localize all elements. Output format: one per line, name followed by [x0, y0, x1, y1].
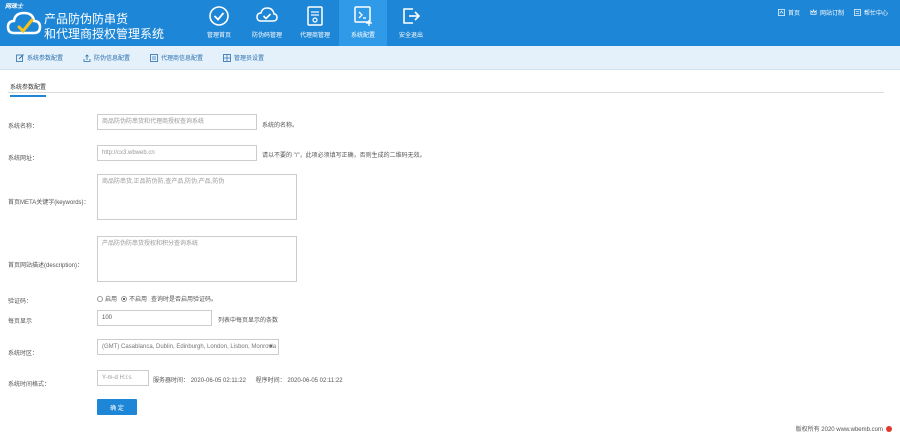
nav-label: 系统配置 [350, 33, 375, 39]
sync-time-value: 2020-06-05 02:11:22 [287, 378, 343, 384]
cloud-check-icon [256, 7, 278, 22]
timezone-value: (GMT) Casablanca, Dublin, Edinburgh, Lon… [102, 344, 277, 350]
page-size-note: 列表中每页显示的条数 [218, 318, 279, 324]
subtab-system-params[interactable]: 系统参数配置 [16, 53, 63, 62]
home-icon [778, 9, 785, 16]
timezone-label: 系统时区： [8, 351, 39, 357]
footer: 版权所有 2020 www.wbemb.com [796, 424, 892, 433]
chevron-down-icon: ▼ [268, 344, 274, 350]
section-tab-system-params[interactable]: 系统参数配置 [10, 82, 47, 97]
site-url-input[interactable]: http://cx3.wbweb.cn [97, 145, 257, 161]
subtab-label: 管理员设置 [234, 56, 265, 62]
upload-icon [83, 53, 91, 62]
nav-item-logout[interactable]: 安全退出 [387, 0, 435, 46]
server-time-value: 2020-06-05 02:11:22 [190, 378, 246, 384]
site-url-note: 请以不要的 "/"，此项必须填写正确，否则生成的二维码无效。 [262, 153, 426, 159]
server-time: 服务器时间： 2020-06-05 02:11:22 程序时间： 2020-06… [153, 375, 343, 384]
time-format-input[interactable]: Y-m-d H:i:s [97, 370, 149, 386]
site-url-label: 系统网址： [8, 156, 39, 162]
link-help-label: 帮忙中心 [863, 11, 888, 17]
keywords-textarea[interactable]: 商品防串货,正品防伪防,查产品,防伪,产品,防伪 [97, 174, 297, 220]
nav-item-code-manage[interactable]: 防伪码管理 [243, 0, 291, 46]
subtab-antifake-config[interactable]: 防伪信息配置 [83, 53, 130, 62]
nav-item-dashboard[interactable]: 管理首页 [195, 0, 243, 46]
settings-panel-icon [354, 6, 372, 26]
sub-toolbar: 系统参数配置 防伪信息配置 代理商信息配置 管理员设置 [0, 46, 900, 70]
dashboard-check-icon [209, 6, 229, 26]
keywords-label: 首页META关键字(keywords)： [8, 200, 90, 206]
top-right-links: 首页 网站订制 帮忙中心 [768, 8, 888, 17]
nav-label: 防伪码管理 [251, 33, 282, 39]
page-size-label: 每页显示 [8, 319, 33, 325]
subtab-agent-config[interactable]: 代理商信息配置 [150, 53, 203, 62]
app-title-line1: 产品防伪防串货 [44, 12, 129, 26]
help-icon [854, 9, 861, 16]
description-label: 首页网站描述(description)： [8, 263, 84, 269]
exit-icon [403, 8, 421, 24]
confirm-button[interactable]: 确 定 [97, 399, 137, 415]
description-textarea[interactable]: 产品防伪防串货授权和积分查询系统 [97, 236, 297, 282]
top-header: 网珠士 产品防伪防串货 和代理商授权管理系统 管理首页 防伪码管理 代理商管理 … [0, 0, 900, 46]
crown-icon [810, 9, 817, 15]
link-home[interactable]: 首页 [778, 8, 800, 17]
captcha-on-radio[interactable] [97, 295, 103, 302]
subtab-label: 防伪信息配置 [94, 56, 131, 62]
app-title-line2: 和代理商授权管理系统 [44, 27, 165, 41]
captcha-note: 查询时是否启用验证码。 [151, 297, 218, 303]
captcha-label: 验证码： [8, 299, 33, 305]
brand-dot-icon [886, 425, 892, 432]
site-name-input[interactable]: 商品防伪防串货和代理商授权查询系统 [97, 114, 257, 130]
edit-icon [16, 53, 24, 62]
link-home-label: 首页 [787, 11, 800, 17]
copyright-text: 版权所有 2020 www.wbemb.com [795, 427, 883, 433]
grid-icon [223, 53, 231, 62]
subtab-label: 代理商信息配置 [161, 56, 204, 62]
time-format-label: 系统时间格式： [8, 382, 51, 388]
page-size-input[interactable]: 100 [97, 310, 212, 326]
captcha-on-label: 启用 [105, 297, 118, 303]
document-icon [307, 6, 323, 26]
section-divider [8, 92, 884, 93]
captcha-off-radio[interactable] [121, 295, 128, 302]
nav-label: 管理首页 [206, 33, 231, 39]
link-customize[interactable]: 网站订制 [810, 8, 844, 17]
list-icon [150, 53, 158, 62]
site-name-label: 系统名称： [8, 124, 39, 130]
subtab-admin-settings[interactable]: 管理员设置 [223, 53, 264, 62]
nav-label: 代理商管理 [299, 33, 330, 39]
nav-item-agent-manage[interactable]: 代理商管理 [291, 0, 339, 46]
subtab-label: 系统参数配置 [27, 56, 64, 62]
sync-time-label: 程序时间： [255, 378, 286, 384]
link-help[interactable]: 帮忙中心 [854, 8, 888, 17]
brand-tag: 网珠士 [5, 4, 24, 10]
main-nav: 管理首页 防伪码管理 代理商管理 系统配置 安全退出 [195, 0, 435, 46]
server-time-label: 服务器时间： [153, 378, 190, 384]
captcha-off-label: 不启用 [129, 297, 148, 303]
site-name-note: 系统的名称。 [262, 123, 299, 129]
link-customize-label: 网站订制 [819, 11, 844, 17]
nav-label: 安全退出 [398, 33, 423, 39]
timezone-select[interactable]: (GMT) Casablanca, Dublin, Edinburgh, Lon… [97, 339, 279, 355]
captcha-radio-group: 启用 不启用 查询时是否启用验证码。 [97, 294, 217, 303]
nav-item-system-config[interactable]: 系统配置 [339, 0, 387, 46]
